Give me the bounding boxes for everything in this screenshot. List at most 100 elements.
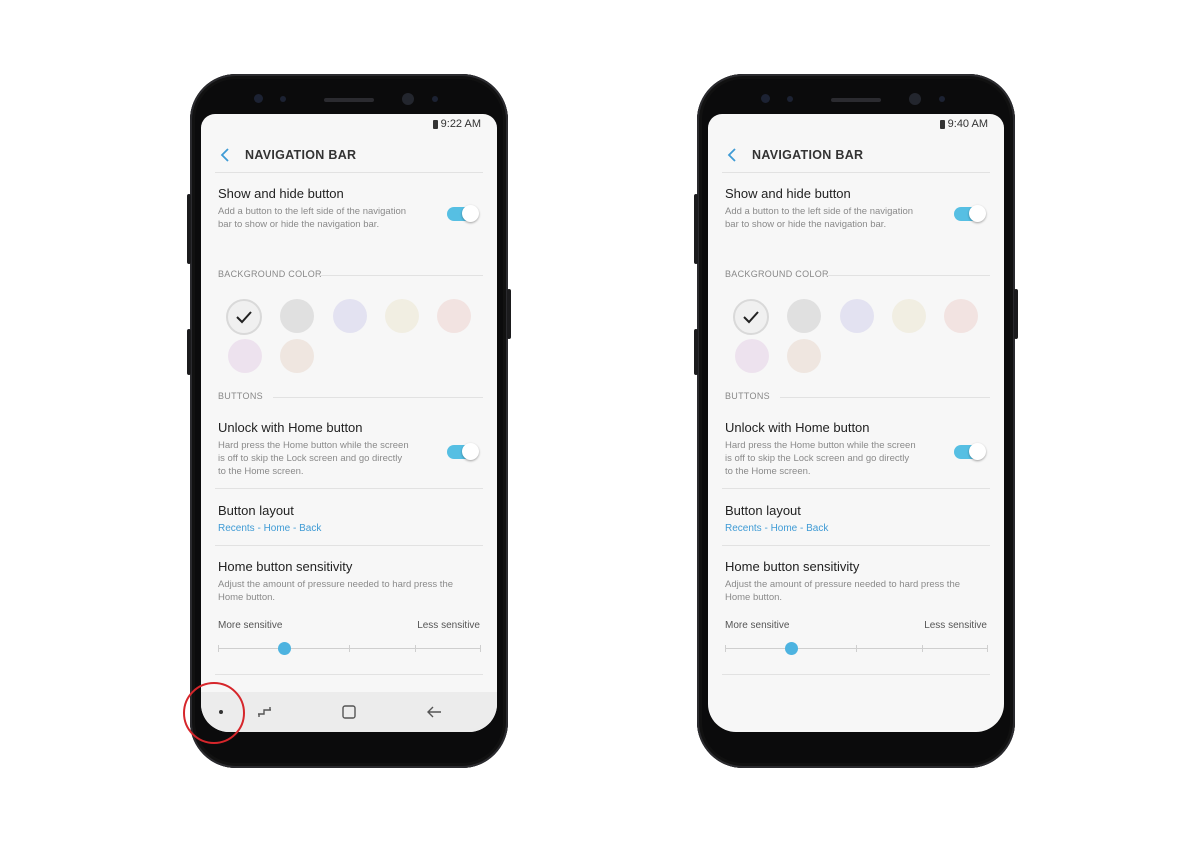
slider-min-label: More sensitive [218,620,283,631]
app-header: NAVIGATION BAR [708,140,1004,170]
toggle-knob [462,205,479,222]
section-label-background-color: BACKGROUND COLOR [725,269,829,279]
front-camera-icon [402,93,414,105]
checkmark-icon [743,311,759,324]
row-title: Show and hide button [725,186,851,201]
app-header: NAVIGATION BAR [201,140,497,170]
slider-tick [218,645,219,652]
status-time: 9:22 AM [440,118,481,130]
proximity-sensor-icon [787,96,793,102]
power-button [507,289,511,339]
slider-thumb[interactable] [784,642,798,655]
screen: 9:40 AM NAVIGATION BAR Show and hide but… [708,114,1004,732]
divider [722,488,990,489]
swatch-6[interactable] [735,339,769,373]
unlock-toggle[interactable] [954,443,986,460]
earpiece-speaker [831,98,881,102]
status-time: 9:40 AM [947,118,988,130]
navigation-bar [201,692,497,732]
status-bar: 9:40 AM [939,118,988,130]
slider-labels: More sensitive Less sensitive [218,620,480,631]
divider [215,488,483,489]
swatch-3[interactable] [840,299,874,333]
bixby-button [694,329,698,375]
show-hide-toggle[interactable] [954,205,986,222]
button-layout-value: Recents - Home - Back [725,523,829,534]
section-divider [273,397,483,398]
slider-tick [856,645,857,652]
row-title: Button layout [218,503,294,518]
top-bezel [190,92,508,108]
page-title: NAVIGATION BAR [245,148,357,162]
back-arrow-icon[interactable] [424,702,444,722]
top-bezel [697,92,1015,108]
swatch-1[interactable] [733,299,769,335]
swatch-6[interactable] [228,339,262,373]
sensitivity-slider[interactable] [725,642,988,655]
checkmark-icon [236,311,252,324]
section-label-background-color: BACKGROUND COLOR [218,269,322,279]
screen: 9:22 AM NAVIGATION BAR Show and hide but… [201,114,497,732]
recents-icon[interactable] [255,702,275,722]
row-title: Unlock with Home button [218,420,363,435]
bixby-button [187,329,191,375]
iris-sensor-icon [254,94,263,103]
slider-tick [921,645,923,652]
section-divider [319,275,483,276]
row-description: Adjust the amount of pressure needed to … [725,579,961,603]
chevron-left-icon[interactable] [722,145,742,165]
swatch-2[interactable] [280,299,314,333]
slider-tick [987,645,988,652]
volume-button [694,194,698,264]
divider [215,172,483,173]
divider [215,674,483,675]
row-title: Button layout [725,503,801,518]
page-title: NAVIGATION BAR [752,148,864,162]
row-description: Adjust the amount of pressure needed to … [218,579,454,603]
row-description: Hard press the Home button while the scr… [725,440,916,477]
swatch-4[interactable] [892,299,926,333]
phone-left: 9:22 AM NAVIGATION BAR Show and hide but… [187,74,511,768]
swatch-5[interactable] [944,299,978,333]
swatch-7[interactable] [280,339,314,373]
chevron-left-icon[interactable] [215,145,235,165]
home-icon[interactable] [339,702,359,722]
row-description: Hard press the Home button while the scr… [218,440,409,477]
section-divider [826,275,990,276]
row-description: Add a button to the left side of the nav… [218,206,407,230]
unlock-toggle[interactable] [447,443,479,460]
slider-labels: More sensitive Less sensitive [725,620,987,631]
swatch-3[interactable] [333,299,367,333]
iris-camera-icon [432,96,438,102]
slider-max-label: Less sensitive [417,620,480,631]
swatch-4[interactable] [385,299,419,333]
proximity-sensor-icon [280,96,286,102]
front-camera-icon [909,93,921,105]
iris-camera-icon [939,96,945,102]
toggle-knob [969,443,986,460]
power-button [1014,289,1018,339]
volume-button [187,194,191,264]
swatch-7[interactable] [787,339,821,373]
slider-tick [480,645,481,652]
swatch-2[interactable] [787,299,821,333]
divider [215,545,483,546]
slider-min-label: More sensitive [725,620,790,631]
divider [722,674,990,675]
swatch-1[interactable] [226,299,262,335]
slider-thumb[interactable] [277,642,291,655]
slider-tick [725,645,726,652]
toggle-knob [969,205,986,222]
status-bar: 9:22 AM [432,118,481,130]
section-label-buttons: BUTTONS [218,391,263,401]
divider [722,545,990,546]
sensitivity-slider[interactable] [218,642,481,655]
earpiece-speaker [324,98,374,102]
show-hide-toggle[interactable] [447,205,479,222]
divider [722,172,990,173]
row-title: Home button sensitivity [218,559,353,574]
battery-icon [939,119,945,129]
slider-tick [349,645,350,652]
swatch-5[interactable] [437,299,471,333]
row-title: Home button sensitivity [725,559,860,574]
